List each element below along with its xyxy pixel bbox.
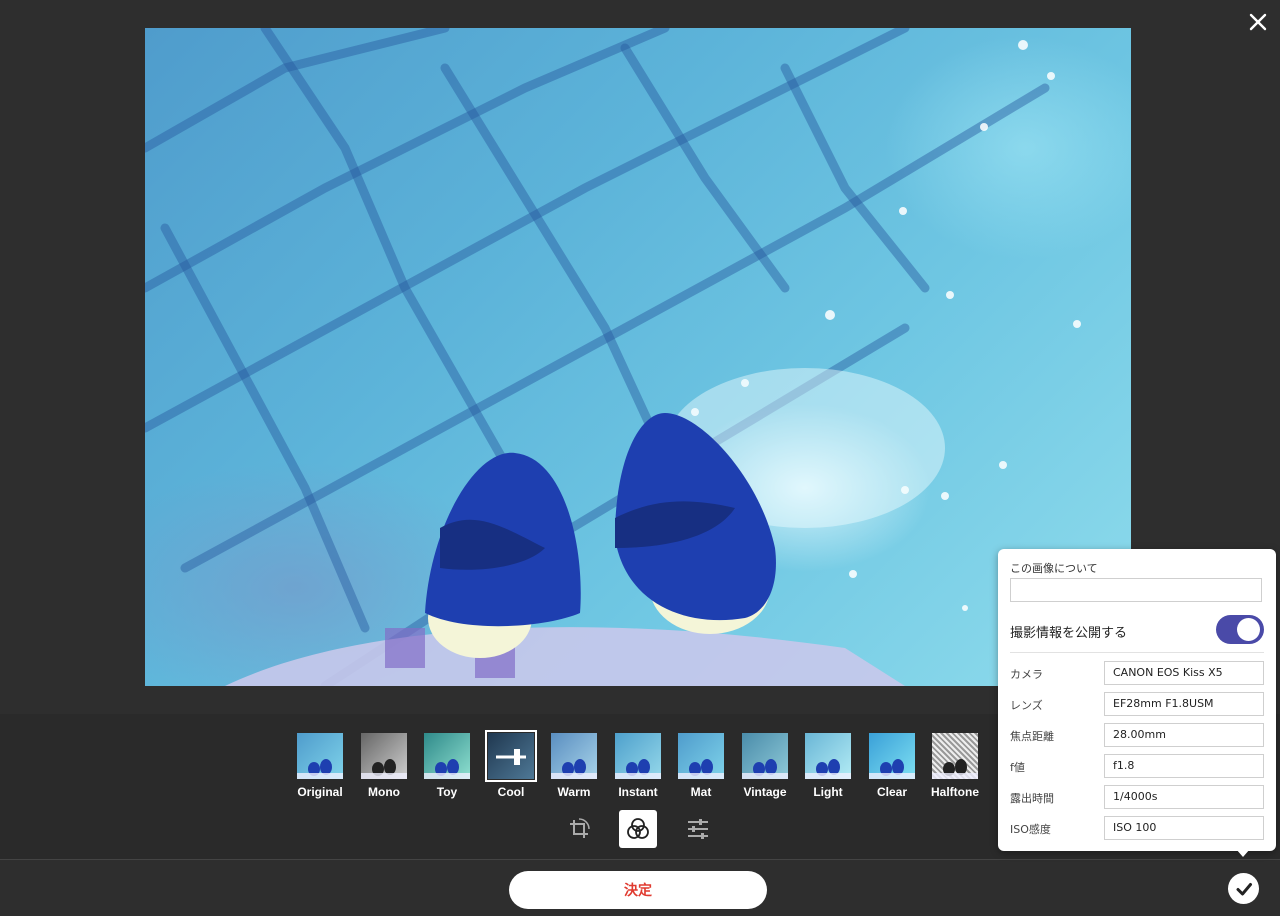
filter-thumbnail xyxy=(424,733,470,779)
filter-label: Light xyxy=(813,785,843,799)
filter-label: Mono xyxy=(368,785,400,799)
exif-value-field[interactable]: 1/4000s xyxy=(1104,785,1264,809)
exif-row: 焦点距離 28.00mm xyxy=(1010,723,1264,747)
filter-thumbnail xyxy=(297,733,343,779)
about-image-input[interactable] xyxy=(1010,578,1262,602)
close-button[interactable] xyxy=(1246,10,1270,34)
toggle-knob xyxy=(1237,618,1260,641)
exif-row: ISO感度 ISO 100 xyxy=(1010,816,1264,840)
filter-thumbnail xyxy=(551,733,597,779)
filter-thumbnail xyxy=(678,733,724,779)
exif-value-field[interactable]: f1.8 xyxy=(1104,754,1264,778)
exif-row: カメラ CANON EOS Kiss X5 xyxy=(1010,661,1264,685)
filter-label: Original xyxy=(297,785,343,799)
filter-thumbnail xyxy=(615,733,661,779)
exif-value-field[interactable]: EF28mm F1.8USM xyxy=(1104,692,1264,716)
filter-toy[interactable]: Toy xyxy=(422,733,472,799)
crop-rotate-button[interactable] xyxy=(560,810,598,848)
filter-halftone[interactable]: Halftone xyxy=(930,733,980,799)
exif-label: ISO感度 xyxy=(1010,823,1051,836)
filter-original[interactable]: Original xyxy=(295,733,345,799)
filter-label: Cool xyxy=(497,785,525,799)
filter-circles-icon xyxy=(627,818,649,839)
filter-thumbnail xyxy=(361,733,407,779)
filter-label: Toy xyxy=(436,785,458,799)
confirm-button[interactable]: 決定 xyxy=(509,871,767,909)
panel-divider xyxy=(1010,652,1264,653)
exif-row: f値 f1.8 xyxy=(1010,754,1264,778)
exif-value-field[interactable]: ISO 100 xyxy=(1104,816,1264,840)
filter-thumbnail xyxy=(485,730,537,782)
exif-label: レンズ xyxy=(1010,699,1043,712)
adjust-button[interactable] xyxy=(679,810,717,848)
exif-label: カメラ xyxy=(1010,668,1043,681)
crop-rotate-icon xyxy=(570,818,590,838)
filter-thumbnail xyxy=(932,733,978,779)
complete-button[interactable] xyxy=(1228,873,1259,904)
exif-label: 露出時間 xyxy=(1010,792,1054,805)
filter-thumbnail xyxy=(805,733,851,779)
close-icon xyxy=(1249,13,1267,31)
check-icon xyxy=(1236,882,1252,895)
filter-vintage[interactable]: Vintage xyxy=(740,733,790,799)
filter-mono[interactable]: Mono xyxy=(359,733,409,799)
filter-mat[interactable]: Mat xyxy=(676,733,726,799)
image-info-popover: この画像について 撮影情報を公開する カメラ CANON EOS Kiss X5 レ… xyxy=(998,549,1276,857)
photo-image xyxy=(145,28,1081,686)
publish-exif-label: 撮影情報を公開する xyxy=(1010,626,1128,641)
about-image-label: この画像について xyxy=(1010,562,1098,575)
filter-cool[interactable]: Cool xyxy=(485,730,537,799)
filter-instant[interactable]: Instant xyxy=(613,733,663,799)
filter-light[interactable]: Light xyxy=(803,733,853,799)
filter-label: Instant xyxy=(618,785,658,799)
filter-clear[interactable]: Clear xyxy=(867,733,917,799)
adjust-sliders-icon xyxy=(688,819,708,839)
filter-label: Warm xyxy=(557,785,591,799)
exif-label: f値 xyxy=(1010,761,1025,774)
popover-caret xyxy=(1236,849,1250,857)
exif-value-field[interactable]: CANON EOS Kiss X5 xyxy=(1104,661,1264,685)
publish-exif-toggle[interactable] xyxy=(1216,615,1264,644)
filter-button[interactable] xyxy=(619,810,657,848)
filter-label: Clear xyxy=(876,785,908,799)
photo-preview xyxy=(145,28,1131,686)
filter-thumbnail xyxy=(742,733,788,779)
filter-label: Vintage xyxy=(743,785,787,799)
exif-value-field[interactable]: 28.00mm xyxy=(1104,723,1264,747)
exif-row: 露出時間 1/4000s xyxy=(1010,785,1264,809)
filter-thumbnail xyxy=(869,733,915,779)
filter-warm[interactable]: Warm xyxy=(549,733,599,799)
exif-row: レンズ EF28mm F1.8USM xyxy=(1010,692,1264,716)
filter-label: Halftone xyxy=(931,785,979,799)
exif-label: 焦点距離 xyxy=(1010,730,1054,743)
filter-label: Mat xyxy=(690,785,712,799)
